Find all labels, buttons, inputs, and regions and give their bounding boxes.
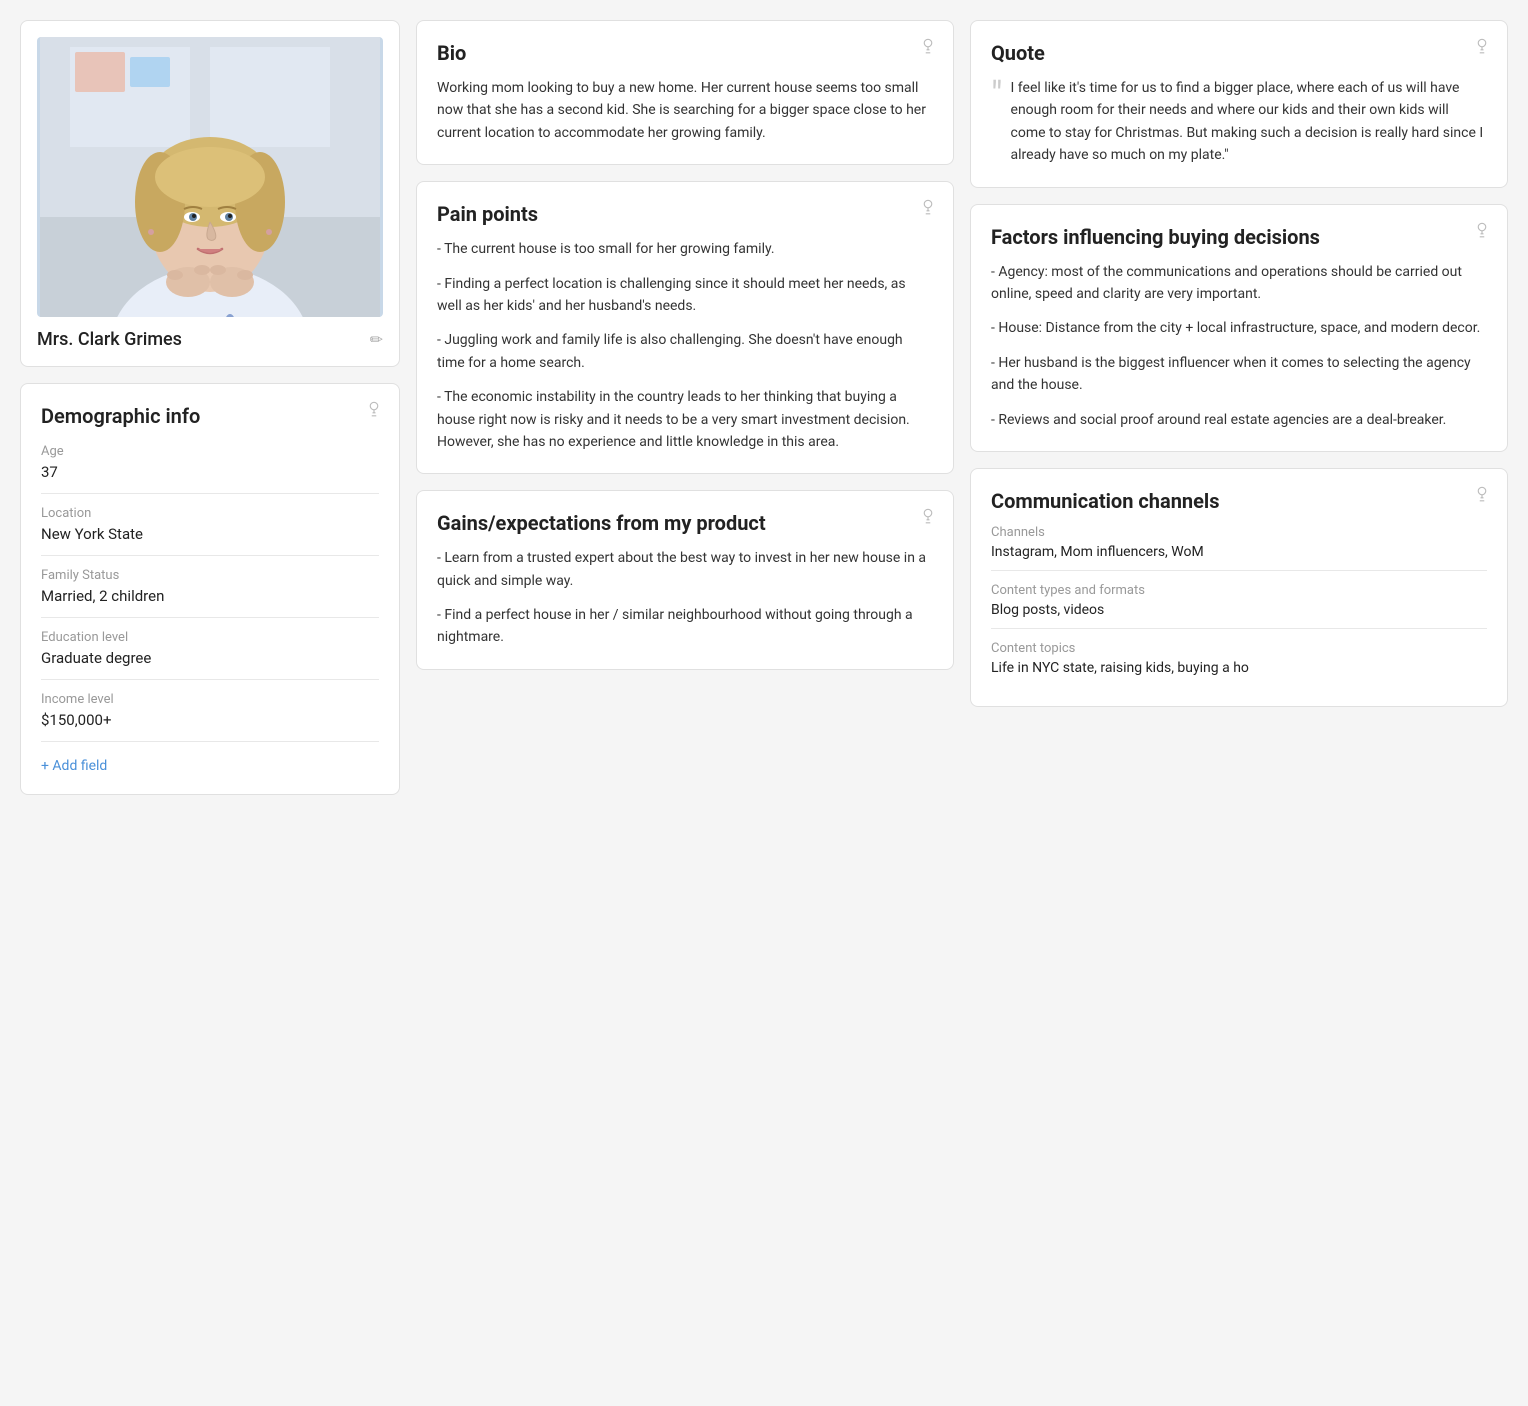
family-status-field: Family Status Married, 2 children bbox=[41, 568, 379, 618]
quote-body: I feel like it's time for us to find a b… bbox=[1011, 77, 1487, 167]
add-field-button[interactable]: + Add field bbox=[41, 758, 379, 774]
income-value: $150,000+ bbox=[41, 711, 379, 742]
gains-card: Gains/expectations from my product - Lea… bbox=[416, 490, 954, 670]
demographic-title: Demographic info bbox=[41, 404, 379, 428]
income-field: Income level $150,000+ bbox=[41, 692, 379, 742]
demographic-card: Demographic info Age 37 Location New Yor… bbox=[20, 383, 400, 795]
education-label: Education level bbox=[41, 630, 379, 645]
quote-lightbulb-icon[interactable] bbox=[1473, 37, 1491, 60]
content-types-label: Content types and formats bbox=[991, 583, 1487, 598]
age-field: Age 37 bbox=[41, 444, 379, 494]
gain-2: - Find a perfect house in her / similar … bbox=[437, 604, 933, 649]
quote-mark: " bbox=[991, 77, 1003, 113]
family-status-value: Married, 2 children bbox=[41, 587, 379, 618]
factor-1: - Agency: most of the communications and… bbox=[991, 261, 1487, 306]
content-topics-value: Life in NYC state, raising kids, buying … bbox=[991, 660, 1487, 686]
location-field: Location New York State bbox=[41, 506, 379, 556]
pain-point-2: - Finding a perfect location is challeng… bbox=[437, 273, 933, 318]
pain-points-title: Pain points bbox=[437, 202, 933, 226]
lightbulb-icon[interactable] bbox=[365, 400, 383, 423]
bio-body: Working mom looking to buy a new home. H… bbox=[437, 77, 933, 144]
factors-title: Factors influencing buying decisions bbox=[991, 225, 1487, 249]
profile-name: Mrs. Clark Grimes bbox=[37, 329, 182, 350]
gains-title: Gains/expectations from my product bbox=[437, 511, 933, 535]
channels-field: Channels Instagram, Mom influencers, WoM bbox=[991, 525, 1487, 571]
quote-title: Quote bbox=[991, 41, 1487, 65]
pain-points-items: - The current house is too small for her… bbox=[437, 238, 933, 453]
pain-point-3: - Juggling work and family life is also … bbox=[437, 329, 933, 374]
location-label: Location bbox=[41, 506, 379, 521]
content-topics-field: Content topics Life in NYC state, raisin… bbox=[991, 641, 1487, 686]
gains-items: - Learn from a trusted expert about the … bbox=[437, 547, 933, 649]
pain-point-1: - The current house is too small for her… bbox=[437, 238, 933, 260]
profile-image bbox=[37, 37, 383, 317]
content-types-value: Blog posts, videos bbox=[991, 602, 1487, 629]
channels-value: Instagram, Mom influencers, WoM bbox=[991, 544, 1487, 571]
comm-title: Communication channels bbox=[991, 489, 1487, 513]
communication-card: Communication channels Channels Instagra… bbox=[970, 468, 1508, 707]
gains-lightbulb-icon[interactable] bbox=[919, 507, 937, 530]
education-value: Graduate degree bbox=[41, 649, 379, 680]
content-topics-label: Content topics bbox=[991, 641, 1487, 656]
edit-icon[interactable]: ✏ bbox=[370, 330, 383, 349]
pain-points-card: Pain points - The current house is too s… bbox=[416, 181, 954, 474]
factor-3: - Her husband is the biggest influencer … bbox=[991, 352, 1487, 397]
content-types-field: Content types and formats Blog posts, vi… bbox=[991, 583, 1487, 629]
education-field: Education level Graduate degree bbox=[41, 630, 379, 680]
factors-card: Factors influencing buying decisions - A… bbox=[970, 204, 1508, 452]
bio-title: Bio bbox=[437, 41, 933, 65]
location-value: New York State bbox=[41, 525, 379, 556]
age-value: 37 bbox=[41, 463, 379, 494]
factor-4: - Reviews and social proof around real e… bbox=[991, 409, 1487, 431]
factors-items: - Agency: most of the communications and… bbox=[991, 261, 1487, 431]
factor-2: - House: Distance from the city + local … bbox=[991, 317, 1487, 339]
quote-card: Quote " I feel like it's time for us to … bbox=[970, 20, 1508, 188]
profile-card: Mrs. Clark Grimes ✏ bbox=[20, 20, 400, 367]
comm-lightbulb-icon[interactable] bbox=[1473, 485, 1491, 508]
bio-card: Bio Working mom looking to buy a new hom… bbox=[416, 20, 954, 165]
income-label: Income level bbox=[41, 692, 379, 707]
family-status-label: Family Status bbox=[41, 568, 379, 583]
age-label: Age bbox=[41, 444, 379, 459]
pain-point-4: - The economic instability in the countr… bbox=[437, 386, 933, 453]
factors-lightbulb-icon[interactable] bbox=[1473, 221, 1491, 244]
pain-lightbulb-icon[interactable] bbox=[919, 198, 937, 221]
gain-1: - Learn from a trusted expert about the … bbox=[437, 547, 933, 592]
channels-label: Channels bbox=[991, 525, 1487, 540]
bio-lightbulb-icon[interactable] bbox=[919, 37, 937, 60]
